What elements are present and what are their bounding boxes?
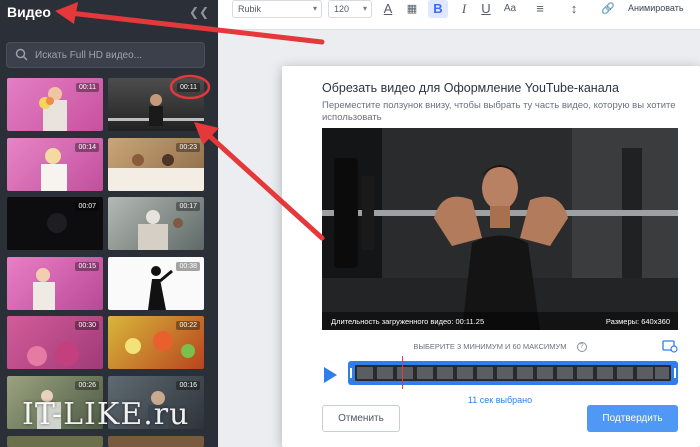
font-size-value: 120 (334, 4, 350, 14)
trim-icon[interactable] (662, 339, 678, 353)
video-thumbnail[interactable]: 00:15 (7, 257, 103, 310)
video-size-label: Размеры: 640x360 (605, 317, 670, 326)
animate-button[interactable]: Анимировать (628, 3, 684, 13)
dialog-subtitle: Переместите ползунок внизу, чтобы выбрат… (322, 100, 676, 123)
chevron-down-icon: ▾ (312, 4, 317, 13)
timeline-slider[interactable] (348, 361, 678, 385)
search-input[interactable] (35, 43, 200, 67)
chevron-down-icon: ▾ (362, 4, 367, 13)
font-size-select[interactable]: 120 ▾ (328, 0, 372, 18)
video-thumbnail[interactable]: 00:11 (7, 78, 103, 131)
trim-video-dialog: Обрезать видео для Оформление YouTube-ка… (282, 66, 700, 447)
selection-hint: ВЫБЕРИТЕ 3 МИНИМУМ И 60 МАКСИМУМ ? (322, 342, 678, 353)
help-icon[interactable]: ? (576, 342, 587, 353)
video-preview[interactable]: Длительность загруженного видео: 00:11.2… (322, 128, 678, 330)
video-thumbnail[interactable]: 00:14 (7, 138, 103, 191)
duration-badge: 00:14 (75, 143, 99, 152)
collapse-icon[interactable]: ❮❮ (189, 5, 209, 19)
duration-badge: 00:11 (177, 83, 200, 92)
duration-badge: 00:07 (75, 202, 99, 211)
sidebar-title: Видео (7, 4, 51, 20)
duration-badge: 00:11 (76, 83, 99, 92)
watermark: IT-LIKE.ru (22, 397, 190, 432)
italic-icon[interactable]: I (454, 0, 474, 18)
selected-duration: 11 сек выбрано (467, 395, 533, 405)
duration-badge: 00:17 (176, 202, 200, 211)
text-color-icon[interactable]: A (378, 0, 398, 18)
duration-badge: 00:22 (176, 321, 200, 330)
text-toolbar: Rubik ▾ 120 ▾ A ▦ B I U Aa ≡ ↕ 🔗 Анимиро… (218, 0, 700, 30)
video-thumbnail[interactable]: 00:17 (108, 197, 204, 250)
video-duration-label: Длительность загруженного видео: 00:11.2… (331, 317, 485, 326)
duration-badge: 00:30 (75, 321, 99, 330)
bold-icon[interactable]: B (428, 0, 448, 18)
search-icon (15, 48, 28, 61)
duration-badge: 00:38 (176, 262, 200, 271)
video-frame (322, 128, 678, 330)
video-thumbnail[interactable]: 00:22 (108, 316, 204, 369)
font-case-icon[interactable]: Aa (500, 0, 520, 18)
video-sidebar: Видео ❮❮ 00:11 00:11 00:14 00:23 00:07 0… (0, 0, 218, 447)
dialog-title: Обрезать видео для Оформление YouTube-ка… (322, 81, 619, 95)
video-thumbnail[interactable] (7, 436, 103, 447)
selection-hint-text: ВЫБЕРИТЕ 3 МИНИМУМ И 60 МАКСИМУМ (413, 342, 567, 351)
duration-badge: 00:26 (75, 381, 99, 390)
duration-badge: 00:23 (176, 143, 200, 152)
video-thumbnail[interactable]: 00:11 (108, 78, 204, 131)
play-icon[interactable] (322, 366, 338, 384)
checker-icon[interactable]: ▦ (402, 0, 422, 18)
font-family-select[interactable]: Rubik ▾ (232, 0, 322, 18)
underline-icon[interactable]: U (476, 0, 496, 18)
link-icon[interactable]: 🔗 (598, 0, 618, 18)
timeline-handle-right[interactable] (674, 368, 676, 378)
duration-badge: 00:15 (75, 262, 99, 271)
video-thumbnail[interactable]: 00:30 (7, 316, 103, 369)
video-thumbnail[interactable]: 00:07 (7, 197, 103, 250)
video-thumbnail[interactable]: 00:23 (108, 138, 204, 191)
confirm-button[interactable]: Подтвердить (587, 405, 678, 432)
duration-badge: 00:16 (176, 381, 200, 390)
font-family-value: Rubik (238, 4, 262, 14)
cancel-button[interactable]: Отменить (322, 405, 400, 432)
search-box[interactable] (6, 42, 205, 68)
playhead[interactable] (402, 356, 403, 389)
video-thumbnail[interactable]: 00:38 (108, 257, 204, 310)
align-icon[interactable]: ≡ (530, 0, 550, 18)
video-info-bar: Длительность загруженного видео: 00:11.2… (322, 312, 678, 330)
timeline-handle-left[interactable] (350, 368, 352, 378)
video-thumbnail[interactable] (108, 436, 204, 447)
spacing-icon[interactable]: ↕ (564, 0, 584, 18)
